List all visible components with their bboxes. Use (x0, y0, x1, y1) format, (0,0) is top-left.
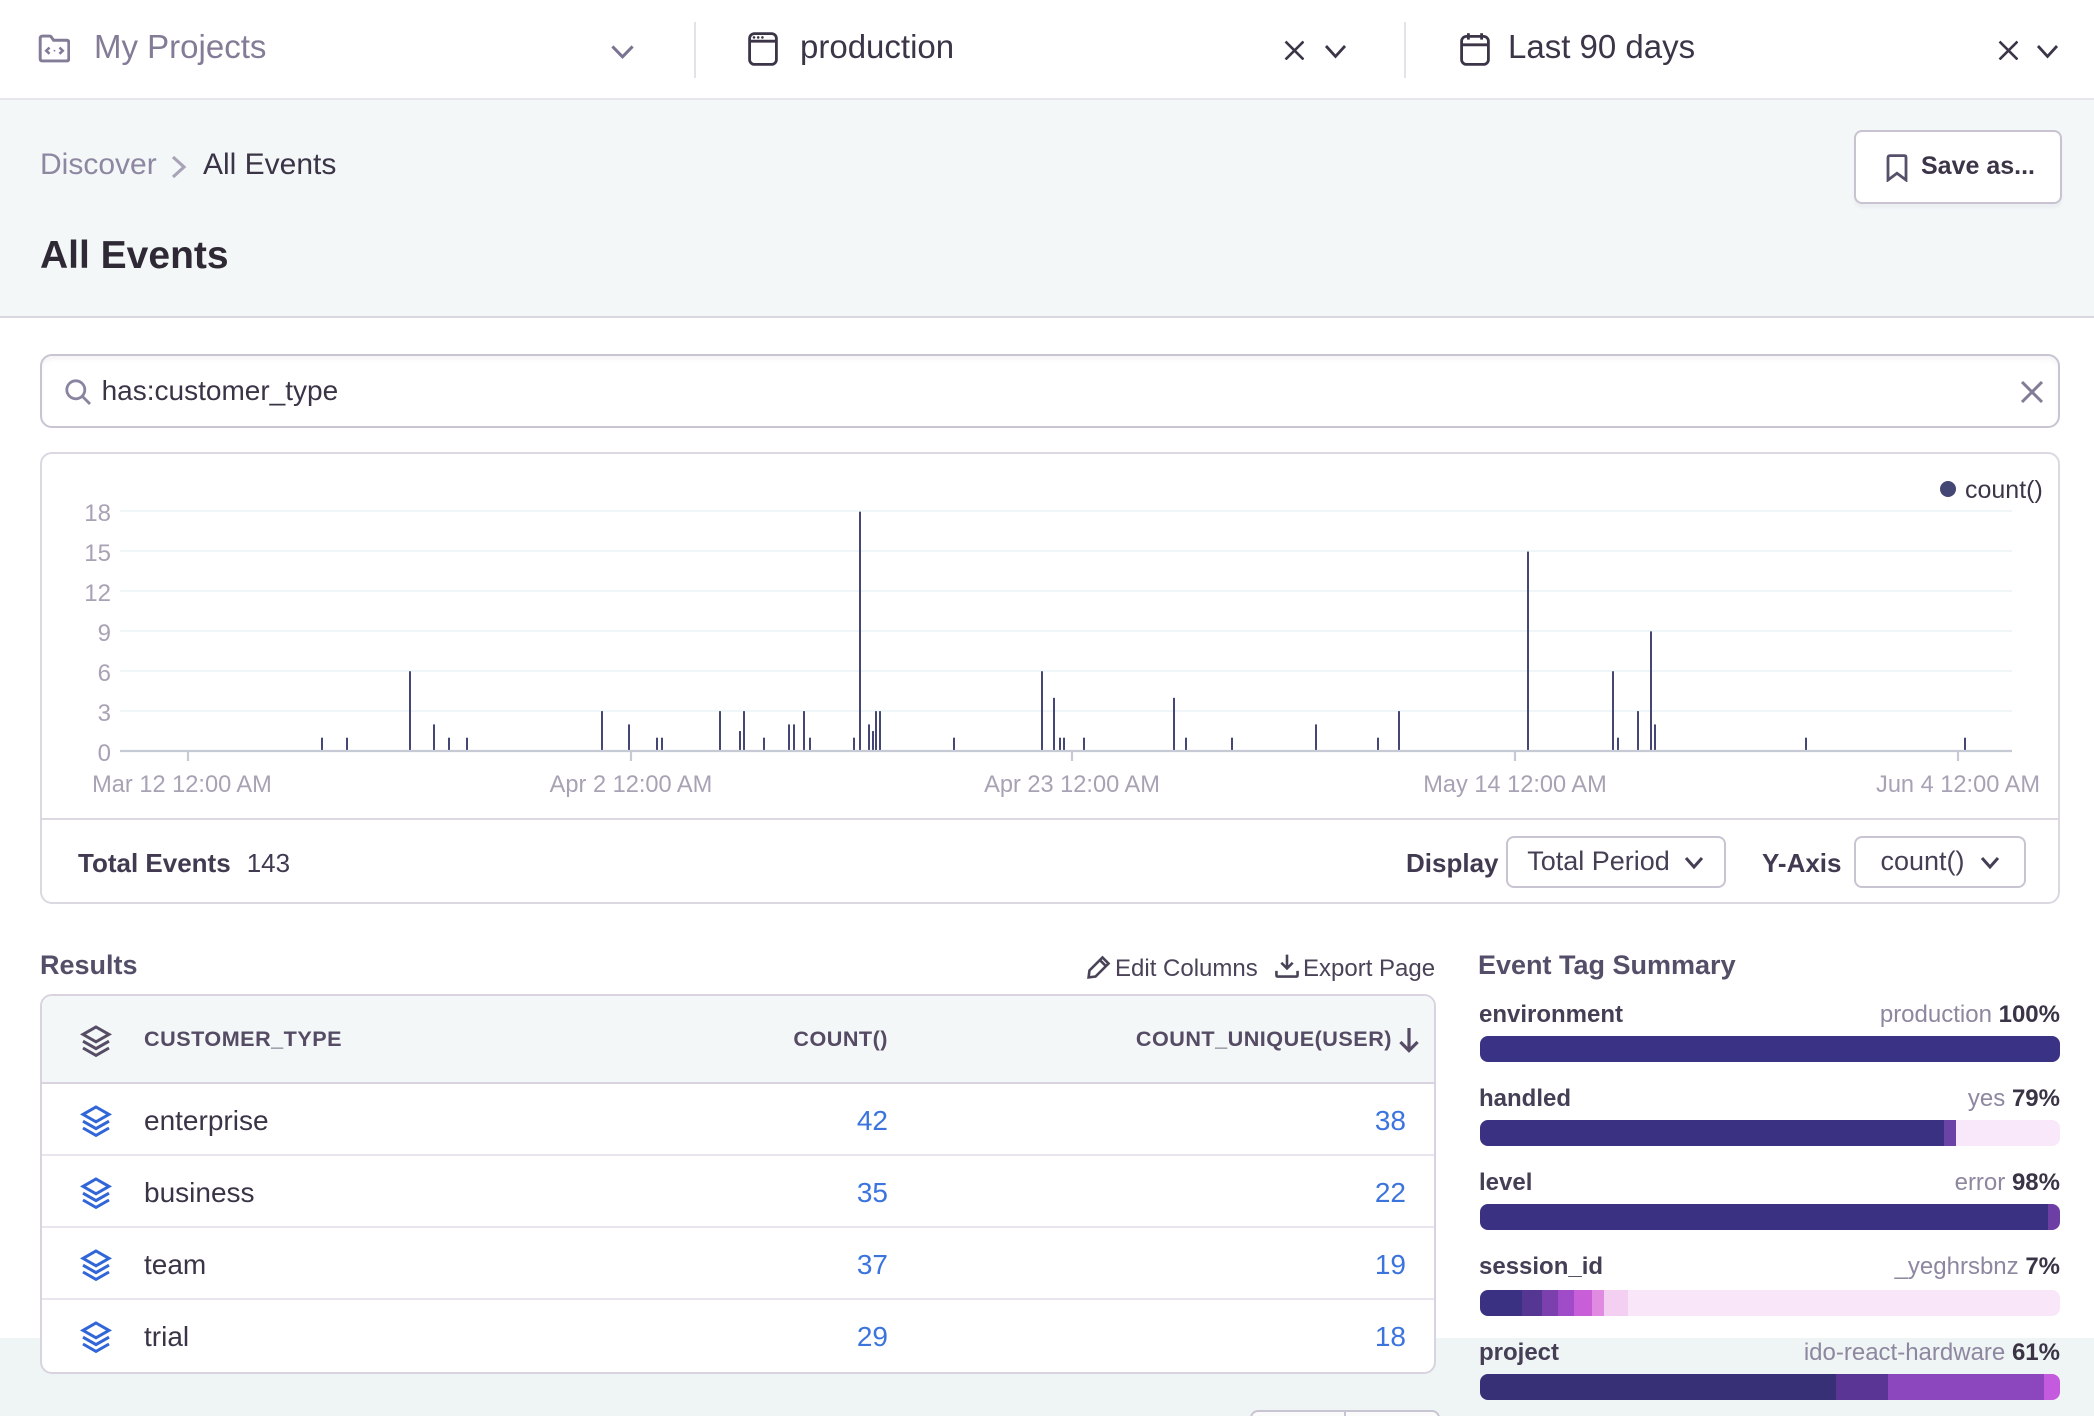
svg-text:3: 3 (98, 700, 111, 727)
svg-text:9: 9 (98, 620, 111, 647)
svg-text:count(): count() (1965, 476, 2043, 504)
svg-text:Apr 2 12:00 AM: Apr 2 12:00 AM (550, 772, 713, 798)
svg-text:Jun 4 12:00 AM: Jun 4 12:00 AM (1876, 772, 2040, 798)
svg-text:Apr 23 12:00 AM: Apr 23 12:00 AM (984, 772, 1160, 798)
svg-text:Mar 12 12:00 AM: Mar 12 12:00 AM (92, 772, 272, 798)
svg-text:18: 18 (84, 500, 111, 527)
svg-text:6: 6 (98, 660, 111, 687)
svg-text:12: 12 (84, 580, 111, 607)
svg-text:May 14 12:00 AM: May 14 12:00 AM (1423, 772, 1607, 798)
svg-text:15: 15 (84, 540, 111, 567)
svg-text:0: 0 (98, 740, 111, 767)
